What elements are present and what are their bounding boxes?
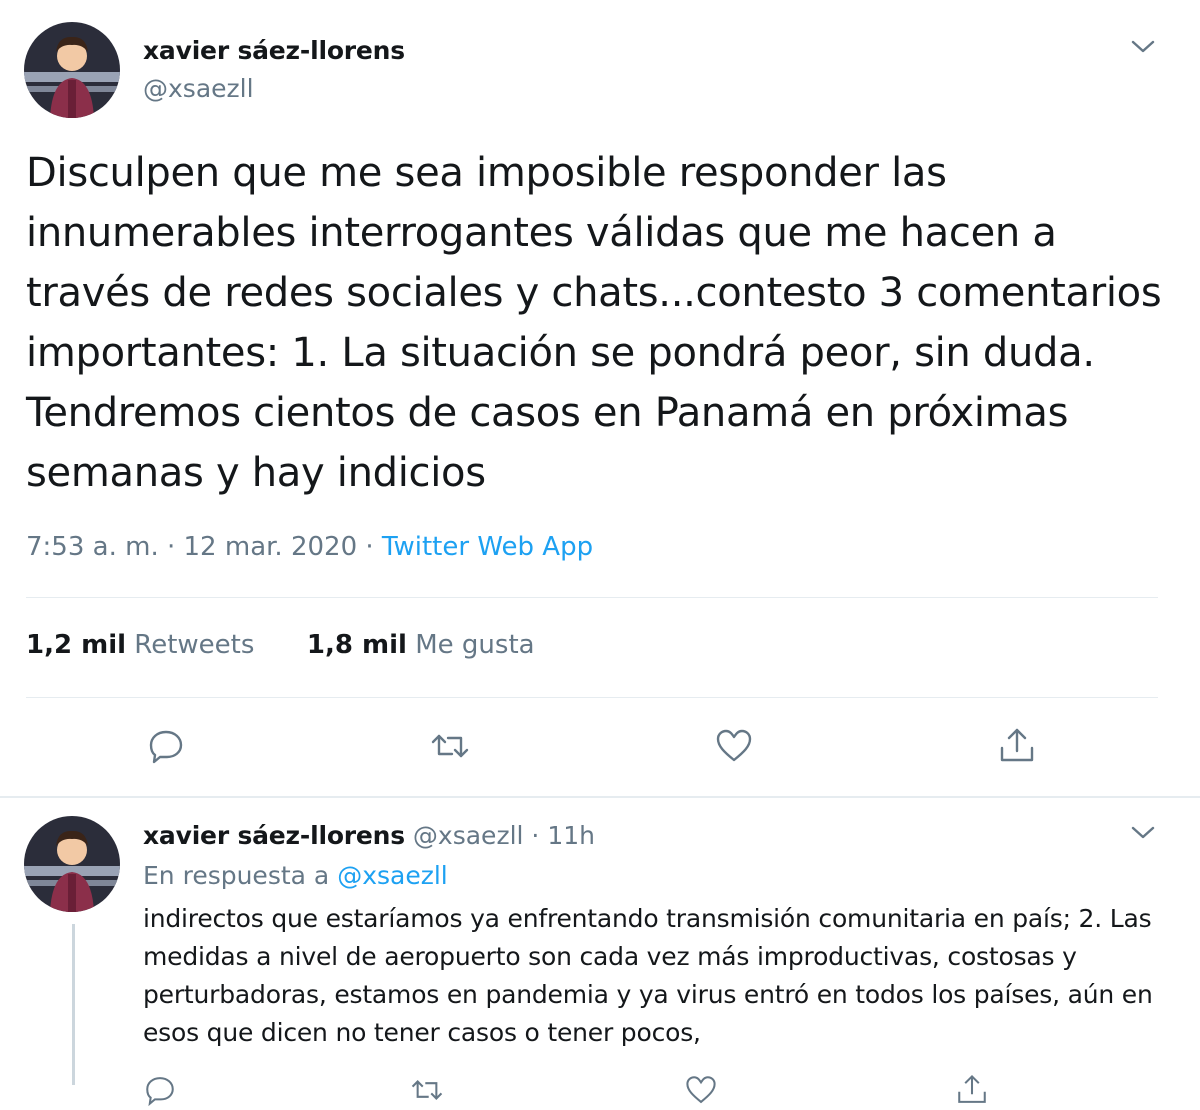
- reply-reply-icon[interactable]: [143, 1070, 177, 1110]
- reply-text: indirectos que estaríamos ya enfrentando…: [143, 904, 1153, 1047]
- meta-separator: ·: [158, 532, 184, 562]
- reply-dot: ·: [523, 821, 548, 850]
- reply-author-name[interactable]: xavier sáez-llorens: [143, 821, 405, 850]
- retweets-label: Retweets: [134, 630, 255, 660]
- author-name[interactable]: xavier sáez-llorens: [143, 36, 405, 65]
- like-icon[interactable]: [709, 721, 759, 771]
- reply-author-avatar[interactable]: [24, 816, 120, 912]
- tweet-source-link[interactable]: Twitter Web App: [382, 532, 593, 562]
- in-reply-to-label: En respuesta a: [143, 861, 338, 890]
- tweet-separator: [0, 796, 1200, 798]
- thread-line: [72, 924, 75, 1085]
- reply-retweet-icon[interactable]: [410, 1070, 444, 1110]
- likes-count: 1,8 mil: [306, 630, 407, 660]
- retweet-icon[interactable]: [425, 721, 475, 771]
- in-reply-to-handle[interactable]: @xsaezll: [337, 861, 448, 890]
- divider: [26, 597, 1158, 598]
- likes-label: Me gusta: [415, 630, 535, 660]
- reply-like-icon[interactable]: [684, 1070, 718, 1110]
- author-handle[interactable]: @xsaezll: [143, 74, 254, 103]
- reply-author-handle[interactable]: @xsaezll: [413, 821, 524, 850]
- chevron-down-icon[interactable]: [1128, 822, 1158, 842]
- reply-share-icon[interactable]: [955, 1070, 989, 1110]
- retweets-count: 1,2 mil: [26, 630, 127, 660]
- chevron-down-icon[interactable]: [1128, 36, 1158, 56]
- author-avatar[interactable]: [24, 22, 120, 118]
- reply-icon[interactable]: [141, 721, 191, 771]
- tweet-date[interactable]: 12 mar. 2020: [184, 532, 358, 562]
- tweet-stats: 1,2 mil Retweets 1,8 mil Me gusta: [26, 630, 535, 660]
- tweet-meta: 7:53 a. m. · 12 mar. 2020 · Twitter Web …: [26, 532, 593, 562]
- tweet-time[interactable]: 7:53 a. m.: [26, 532, 159, 562]
- meta-separator: ·: [357, 532, 382, 562]
- reply-age[interactable]: 11h: [547, 821, 595, 850]
- retweets-stat[interactable]: 1,2 mil Retweets: [26, 630, 254, 660]
- share-icon[interactable]: [992, 721, 1042, 771]
- divider: [26, 697, 1158, 698]
- in-reply-to: En respuesta a @xsaezll: [143, 861, 448, 890]
- reply-header: xavier sáez-llorens @xsaezll · 11h: [143, 821, 595, 850]
- tweet-text: Disculpen que me sea imposible responder…: [26, 150, 1162, 496]
- likes-stat[interactable]: 1,8 mil Me gusta: [307, 630, 535, 660]
